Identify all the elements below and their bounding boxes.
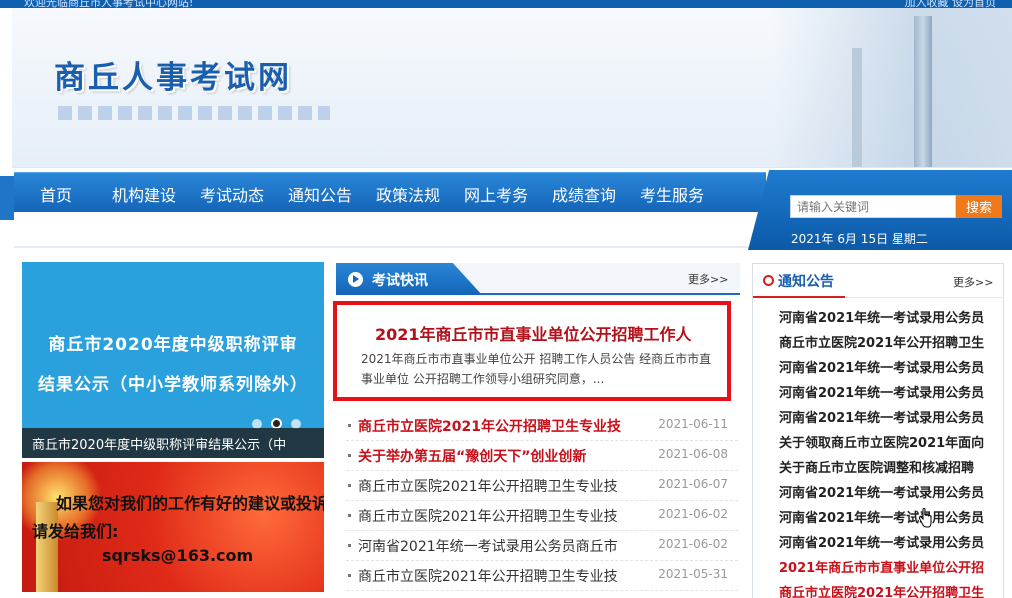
building-image (852, 48, 862, 167)
news-title[interactable]: 商丘市立医院2021年公开招聘卫生专业技 (358, 566, 648, 586)
notices-underline (753, 296, 845, 298)
feedback-email: sqrsks@163.com (102, 546, 254, 565)
notice-item[interactable]: 河南省2021年统一考试录用公务员 (779, 382, 989, 407)
skyline-image (772, 8, 1012, 167)
news-date: 2021-06-02 (658, 537, 728, 551)
bullet-icon (348, 514, 351, 517)
news-date: 2021-06-07 (658, 477, 728, 491)
bullet-icon (348, 484, 351, 487)
search-input[interactable] (790, 195, 956, 218)
slide-headline-line2: 结果公示（中小学教师系列除外） (38, 375, 308, 395)
nav-item-home[interactable]: 首页 (40, 182, 72, 206)
site-logo-title: 商丘人事考试网 (54, 60, 292, 96)
notices-heading[interactable]: 通知公告 (778, 271, 834, 291)
nav-item-candidate-service[interactable]: 考生服务 (640, 182, 704, 206)
news-row[interactable]: 商丘市立医院2021年公开招聘卫生专业技 2021-06-02 (346, 501, 738, 531)
news-date: 2021-06-02 (658, 507, 728, 521)
notice-item[interactable]: 河南省2021年统一考试录用公务员 (779, 407, 989, 432)
exam-news-more-link[interactable]: 更多>> (688, 271, 728, 287)
news-date: 2021-06-08 (658, 447, 728, 461)
notices-panel: 通知公告 更多>> 河南省2021年统一考试录用公务员 商丘市立医院2021年公… (752, 263, 1004, 598)
nav-item-notices[interactable]: 通知公告 (288, 182, 352, 206)
news-row[interactable]: 河南省2021年统一考试录用公务员商丘市 2021-06-02 (346, 531, 738, 561)
hand-cursor-icon (918, 508, 932, 528)
news-row[interactable]: 商丘市立医院2021年公开招聘卫生专业技 2021-06-11 (346, 411, 738, 441)
nav-sub-bar (14, 212, 766, 248)
nav-bar: 首页 机构建设 考试动态 通知公告 政策法规 网上考务 成绩查询 考生服务 (14, 172, 766, 212)
site-subtitle-pattern (58, 106, 330, 120)
notices-list: 河南省2021年统一考试录用公务员 商丘市立医院2021年公开招聘卫生 河南省2… (779, 307, 989, 598)
news-title[interactable]: 商丘市立医院2021年公开招聘卫生专业技 (358, 476, 648, 496)
bullet-icon (348, 574, 351, 577)
slide-headline-line1: 商丘市2020年度中级职称评审 (48, 335, 298, 355)
site-banner: 商丘人事考试网 (12, 8, 1012, 168)
notices-header: 通知公告 更多>> (753, 264, 1003, 298)
featured-news[interactable]: 2021年商丘市市直事业单位公开招聘工作人 2021年商丘市市直事业单位公开 招… (333, 301, 731, 401)
top-strip: 欢迎光临商丘市人事考试中心网站! 加入收藏 设为首页 (0, 0, 1012, 9)
ring-icon (763, 275, 774, 286)
news-date: 2021-06-11 (658, 417, 728, 431)
nav-item-organization[interactable]: 机构建设 (112, 182, 176, 206)
news-title[interactable]: 商丘市立医院2021年公开招聘卫生专业技 (358, 506, 648, 526)
notice-item[interactable]: 河南省2021年统一考试录用公务员 (779, 482, 989, 507)
news-date: 2021-05-31 (658, 567, 728, 581)
featured-news-title[interactable]: 2021年商丘市市直事业单位公开招聘工作人 (375, 321, 692, 345)
notice-item[interactable]: 河南省2021年统一考试录用公务员 (779, 507, 989, 532)
exam-news-list: 商丘市立医院2021年公开招聘卫生专业技 2021-06-11 关于举办第五届“豫… (346, 411, 738, 591)
nav-item-policies[interactable]: 政策法规 (376, 182, 440, 206)
slide-caption[interactable]: 商丘市2020年度中级职称评审结果公示（中 (22, 428, 324, 458)
news-row[interactable]: 关于举办第五届“豫创天下”创业创新 2021-06-08 (346, 441, 738, 471)
notice-item[interactable]: 关于领取商丘市立医院2021年面向 (779, 432, 989, 457)
current-date: 2021年 6月 15日 星期二 (791, 232, 928, 246)
nav-edge (0, 176, 14, 220)
news-row[interactable]: 商丘市立医院2021年公开招聘卫生专业技 2021-06-07 (346, 471, 738, 501)
news-row[interactable]: 商丘市立医院2021年公开招聘卫生专业技 2021-05-31 (346, 561, 738, 591)
notice-item[interactable]: 河南省2021年统一考试录用公务员 (779, 357, 989, 382)
news-title[interactable]: 河南省2021年统一考试录用公务员商丘市 (358, 536, 648, 556)
feedback-text: 如果您对我们的工作有好的建议或投诉 (56, 494, 324, 513)
nav-item-exam-news[interactable]: 考试动态 (200, 182, 264, 206)
notices-more-link[interactable]: 更多>> (953, 274, 993, 290)
tower-image (914, 16, 932, 167)
bullet-icon (348, 544, 351, 547)
exam-news-heading: 考试快讯 (372, 273, 428, 289)
notice-item[interactable]: 2021年商丘市市直事业单位公开招 (779, 557, 989, 582)
feedback-banner[interactable]: 如果您对我们的工作有好的建议或投诉 请发给我们: sqrsks@163.com (22, 462, 324, 592)
exam-news-tab[interactable]: 考试快讯 (336, 263, 482, 295)
notice-item[interactable]: 河南省2021年统一考试录用公务员 (779, 532, 989, 557)
notice-item[interactable]: 河南省2021年统一考试录用公务员 (779, 307, 989, 332)
featured-news-summary: 2021年商丘市市直事业单位公开 招聘工作人员公告 经商丘市市直事业单位 公开招… (361, 352, 712, 386)
search-button[interactable]: 搜索 (956, 195, 1002, 218)
bullet-icon (348, 424, 351, 427)
play-circle-icon (348, 272, 363, 287)
feedback-prompt: 请发给我们: (32, 522, 119, 541)
news-title[interactable]: 商丘市立医院2021年公开招聘卫生专业技 (358, 416, 648, 436)
exam-news-header: 考试快讯 更多>> (336, 263, 740, 295)
news-title[interactable]: 关于举办第五届“豫创天下”创业创新 (358, 446, 648, 466)
notice-item[interactable]: 商丘市立医院2021年公开招聘卫生 (779, 332, 989, 357)
notice-item[interactable]: 商丘市立医院2021年公开招聘卫生 (779, 582, 989, 598)
slideshow[interactable]: 商丘市2020年度中级职称评审 结果公示（中小学教师系列除外） 商丘市2020年… (22, 262, 324, 458)
bullet-icon (348, 454, 351, 457)
notice-item[interactable]: 关于商丘市立医院调整和核减招聘 (779, 457, 989, 482)
pillar-image (36, 502, 58, 592)
nav-item-score-query[interactable]: 成绩查询 (552, 182, 616, 206)
nav-item-online-exam[interactable]: 网上考务 (464, 182, 528, 206)
